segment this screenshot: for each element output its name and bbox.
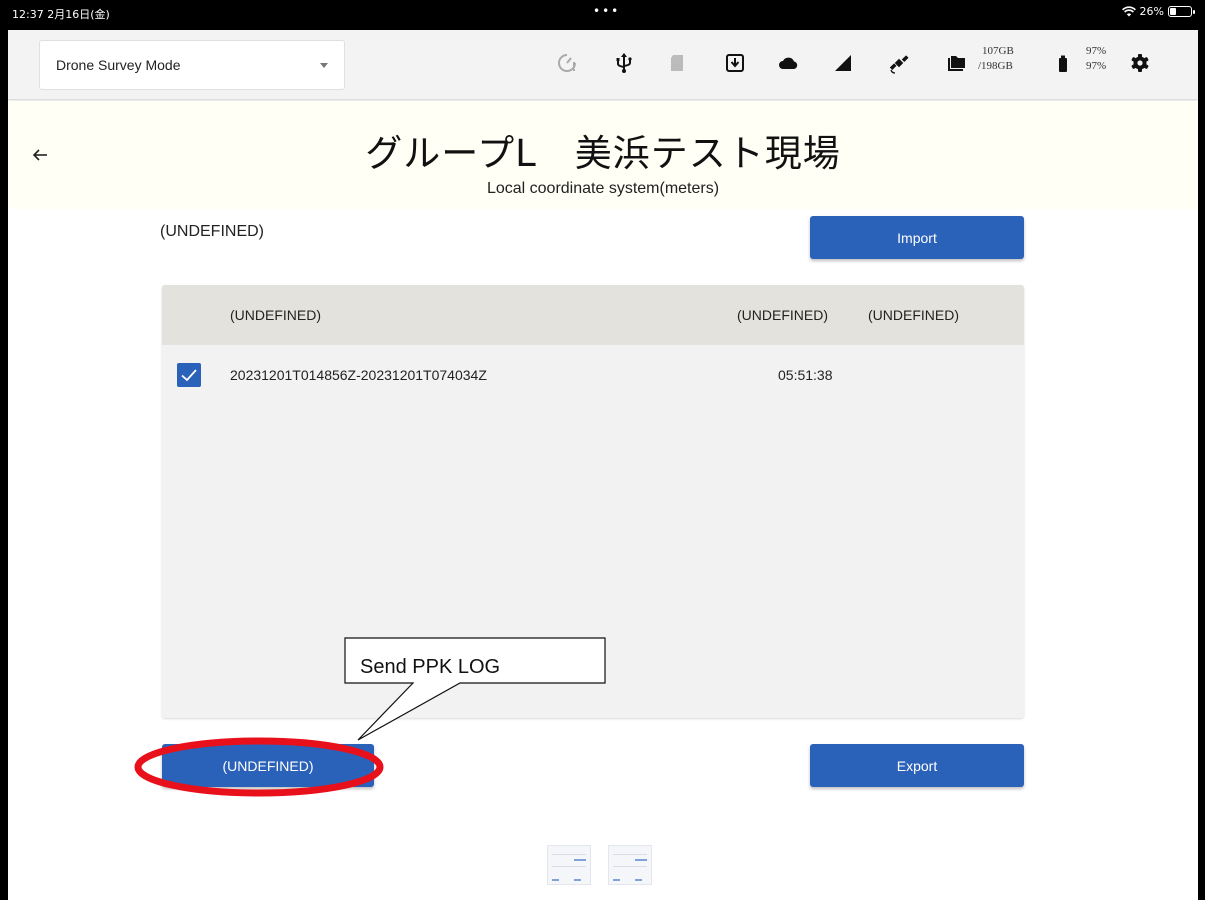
chevron-down-icon — [320, 63, 328, 68]
sd-card-icon[interactable] — [666, 52, 688, 74]
gear-icon[interactable] — [1129, 52, 1151, 74]
import-button[interactable]: Import — [810, 216, 1024, 259]
page-title: グループL 美浜テスト現場 — [365, 132, 841, 175]
cloud-icon[interactable] — [777, 52, 799, 74]
status-battery-icon — [1168, 6, 1195, 17]
status-bar: 12:37 2月16日(金) ••• 26% — [8, 0, 1198, 30]
wifi-icon — [1121, 6, 1136, 17]
table-row[interactable]: 20231201T014856Z-20231201T074034Z 05:51:… — [162, 345, 1024, 405]
battery-icon — [1052, 52, 1074, 74]
storage-used: 107GB — [982, 45, 1014, 57]
column-header-time: (UNDEFINED) — [737, 307, 828, 323]
toolbar: Drone Survey Mode 107GB /198GB 97% 97% — [8, 30, 1198, 100]
mode-select-value: Drone Survey Mode — [56, 57, 181, 73]
log-duration: 05:51:38 — [778, 367, 833, 383]
column-header-extra: (UNDEFINED) — [868, 307, 959, 323]
send-ppk-log-button[interactable]: (UNDEFINED) — [162, 744, 374, 787]
storage-readout: 107GB /198GB — [978, 44, 1014, 74]
log-table: (UNDEFINED) (UNDEFINED) (UNDEFINED) 2023… — [162, 285, 1024, 718]
percent-top: 97% — [1086, 45, 1107, 57]
app-screen: 12:37 2月16日(金) ••• 26% Drone Survey Mode — [8, 0, 1198, 900]
coordinate-system-label: Local coordinate system(meters) — [486, 180, 720, 197]
log-file-name: 20231201T014856Z-20231201T074034Z — [230, 367, 487, 383]
multitasking-dots[interactable]: ••• — [593, 4, 620, 18]
timer-icon[interactable] — [556, 52, 578, 74]
page-thumbnail-2[interactable] — [608, 845, 652, 885]
export-button[interactable]: Export — [810, 744, 1024, 787]
table-header: (UNDEFINED) (UNDEFINED) (UNDEFINED) — [162, 285, 1024, 345]
mode-select[interactable]: Drone Survey Mode — [39, 40, 345, 90]
callout-text: Send PPK LOG — [360, 656, 501, 678]
storage-total: /198GB — [978, 60, 1013, 72]
signal-icon[interactable] — [832, 52, 854, 74]
column-header-name: (UNDEFINED) — [230, 307, 321, 323]
row-checkbox[interactable] — [177, 363, 201, 387]
folder-icon[interactable] — [945, 52, 967, 74]
page-thumbnail-1[interactable] — [547, 845, 591, 885]
usb-icon[interactable] — [613, 52, 635, 74]
download-box-icon[interactable] — [724, 52, 746, 74]
battery-percent-readout: 97% 97% — [1086, 44, 1106, 74]
satellite-icon[interactable] — [888, 52, 910, 74]
site-header: グループL 美浜テスト現場 Local coordinate system(me… — [8, 101, 1198, 209]
percent-bottom: 97% — [1086, 60, 1107, 72]
status-right: 26% — [1121, 5, 1195, 18]
status-time: 12:37 2月16日(金) — [12, 8, 110, 21]
section-label: (UNDEFINED) — [160, 223, 264, 240]
battery-percent: 26% — [1139, 5, 1164, 18]
